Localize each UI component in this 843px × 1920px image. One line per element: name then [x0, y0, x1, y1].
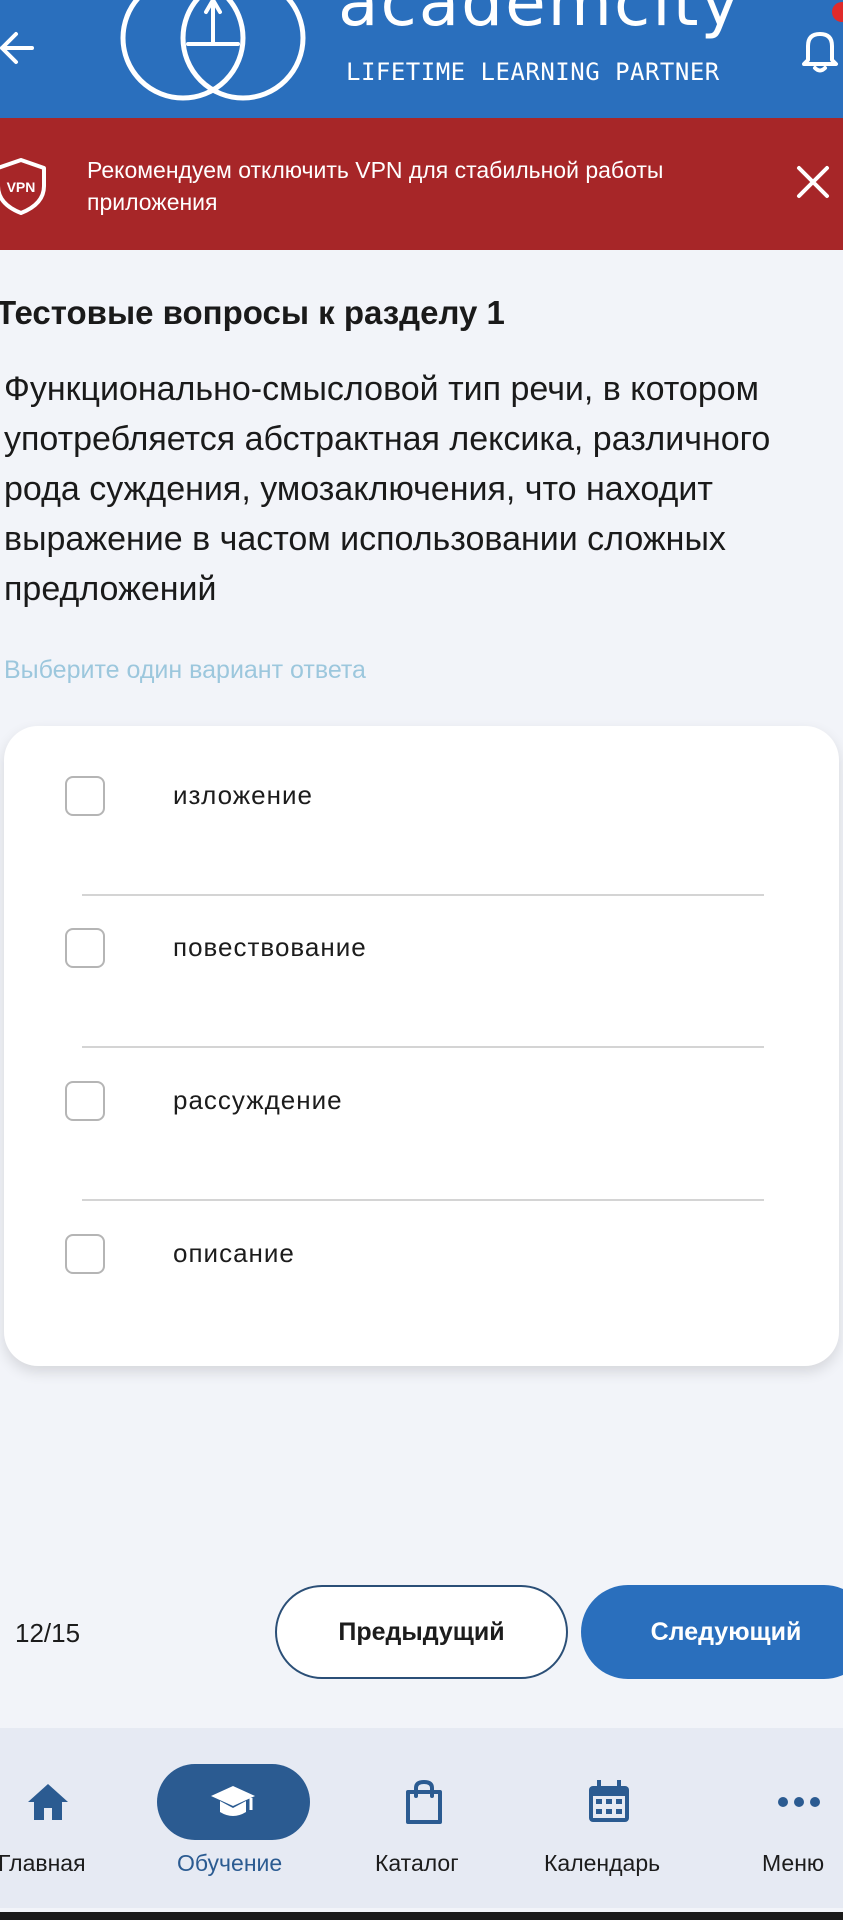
- question-counter: 12/15: [15, 1618, 81, 1648]
- vpn-warning-banner: VPN Рекомендуем отключить VPN для стабил…: [0, 118, 843, 250]
- arrow-left-icon[interactable]: [0, 28, 34, 68]
- tab-calendar[interactable]: Календарь: [540, 1728, 680, 1908]
- question-text: Функционально-смысловой тип речи, в кото…: [4, 370, 771, 608]
- section-title: Тестовые вопросы к разделу 1: [0, 294, 505, 331]
- option-checkbox[interactable]: [65, 776, 105, 816]
- tab-label: Главная: [0, 1850, 86, 1876]
- bottom-tab-bar: Главная Обучение Каталог Календарь Меню: [0, 1728, 843, 1908]
- more-dots-icon: [778, 1797, 820, 1807]
- app-header: academcity LIFETIME LEARNING PARTNER: [0, 0, 843, 118]
- answer-hint: Выберите один вариант ответа: [4, 656, 366, 684]
- previous-button[interactable]: Предыдущий: [275, 1585, 568, 1679]
- academcity-logo-icon: [120, 0, 306, 101]
- tab-menu[interactable]: Меню: [750, 1728, 843, 1908]
- shopping-bag-icon: [406, 1779, 442, 1824]
- system-home-indicator: [0, 1912, 843, 1920]
- banner-message: Рекомендуем отключить VPN для стабильной…: [87, 157, 664, 215]
- tab-learning[interactable]: Обучение: [157, 1728, 310, 1908]
- option-checkbox[interactable]: [65, 1234, 105, 1274]
- tab-label: Меню: [762, 1850, 825, 1876]
- tab-label: Обучение: [177, 1850, 283, 1876]
- answer-option[interactable]: описание: [4, 1184, 839, 1336]
- next-button[interactable]: Следующий: [581, 1585, 843, 1679]
- option-label: рассуждение: [173, 1085, 343, 1115]
- vpn-shield-icon: VPN: [0, 158, 46, 215]
- answer-option[interactable]: изложение: [4, 726, 839, 878]
- close-icon[interactable]: [795, 164, 831, 200]
- tab-home[interactable]: Главная: [0, 1728, 100, 1908]
- calendar-icon: [589, 1780, 629, 1822]
- option-label: описание: [173, 1238, 295, 1268]
- graduation-cap-icon: [211, 1786, 255, 1816]
- answer-option[interactable]: рассуждение: [4, 1031, 839, 1183]
- home-icon: [28, 1784, 68, 1820]
- vpn-icon-label: VPN: [7, 179, 36, 195]
- answer-options-card: изложение повествование рассуждение опис…: [4, 726, 839, 1366]
- answer-option[interactable]: повествование: [4, 878, 839, 1030]
- option-checkbox[interactable]: [65, 1081, 105, 1121]
- tab-label: Каталог: [375, 1850, 459, 1876]
- option-label: повествование: [173, 932, 367, 962]
- tab-catalog[interactable]: Каталог: [370, 1728, 480, 1908]
- option-checkbox[interactable]: [65, 928, 105, 968]
- tab-label: Календарь: [544, 1850, 661, 1876]
- notification-badge: [832, 2, 843, 22]
- option-label: изложение: [173, 780, 313, 810]
- brand-tagline: LIFETIME LEARNING PARTNER: [346, 58, 720, 86]
- bell-icon[interactable]: [800, 26, 840, 74]
- brand-name: academcity: [338, 0, 742, 41]
